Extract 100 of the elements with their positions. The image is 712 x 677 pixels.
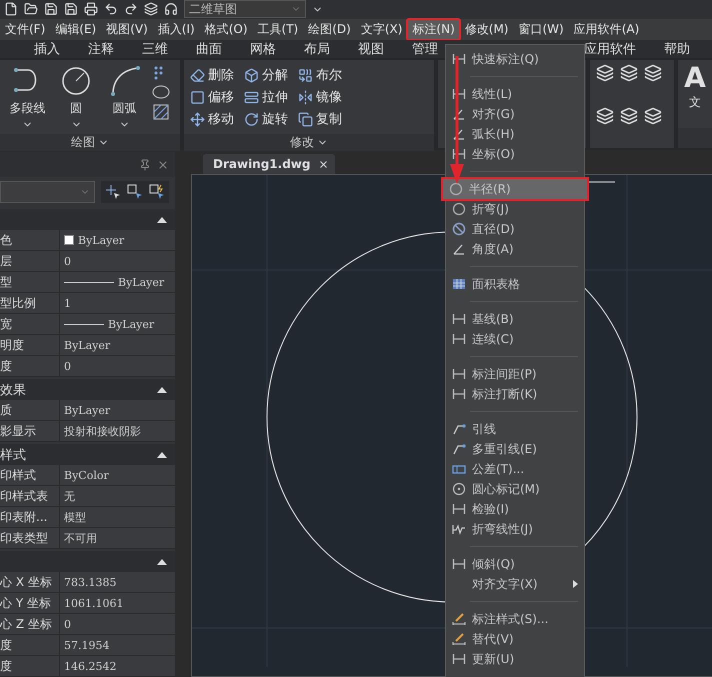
menu-item[interactable]: 标注(N) bbox=[407, 18, 460, 40]
ribbon-tool[interactable]: 偏移 bbox=[190, 86, 234, 108]
workspace-dropdown[interactable]: 二维草图 bbox=[184, 0, 306, 18]
ribbon-tab[interactable]: 布局 bbox=[290, 40, 344, 58]
ribbon-tool[interactable]: 复制 bbox=[298, 108, 342, 130]
dimension-icon bbox=[452, 557, 466, 571]
menu-item[interactable]: 插入(I) bbox=[152, 18, 200, 40]
redo-icon[interactable] bbox=[124, 2, 138, 16]
collapse-icon[interactable] bbox=[157, 386, 167, 392]
layers-icon[interactable] bbox=[620, 64, 638, 82]
angle-icon bbox=[452, 242, 466, 256]
ribbon-tool[interactable]: 删除 bbox=[190, 64, 234, 86]
ribbon-tab[interactable]: 注释 bbox=[74, 40, 128, 58]
menu-item[interactable]: 连续(C) bbox=[446, 329, 584, 349]
pick-cursor-icon[interactable] bbox=[105, 184, 121, 200]
menu-item[interactable]: 圆心标记(M) bbox=[446, 479, 584, 499]
folder-icon[interactable] bbox=[24, 2, 38, 16]
circle-icon bbox=[452, 202, 466, 216]
collapse-icon[interactable] bbox=[157, 452, 167, 458]
menu-item[interactable]: 标注间距(P) bbox=[446, 364, 584, 384]
layers-icon[interactable] bbox=[596, 107, 614, 125]
layers-icon[interactable] bbox=[620, 107, 638, 125]
menu-item[interactable]: 弧长(H) bbox=[446, 124, 584, 144]
property-value: 0 bbox=[60, 356, 175, 376]
menu-item[interactable]: 修改(M) bbox=[460, 18, 514, 40]
print-icon[interactable] bbox=[84, 2, 98, 16]
menu-item[interactable]: 格式(O) bbox=[200, 18, 253, 40]
table-icon bbox=[452, 277, 466, 291]
save-icon[interactable] bbox=[44, 2, 58, 16]
ribbon-tool[interactable]: 圆弧 bbox=[103, 64, 146, 130]
collapse-icon[interactable] bbox=[157, 558, 167, 564]
menu-item[interactable]: 检验(I) bbox=[446, 499, 584, 519]
menu-item[interactable]: 文件(F) bbox=[0, 18, 50, 40]
rotate-icon bbox=[244, 112, 259, 126]
ribbon-tool[interactable]: 分解 bbox=[244, 64, 288, 86]
menu-item[interactable]: 角度(A) bbox=[446, 239, 584, 259]
leader-icon bbox=[452, 442, 466, 456]
property-label: 心 X 坐标 bbox=[0, 572, 60, 592]
menu-item[interactable]: 公差(T)... bbox=[446, 459, 584, 479]
ribbon-tool[interactable]: 移动 bbox=[190, 108, 234, 130]
menu-item[interactable]: 对齐(G) bbox=[446, 104, 584, 124]
menu-item[interactable]: 倾斜(Q) bbox=[446, 554, 584, 574]
menu-item[interactable]: 折弯(J) bbox=[446, 199, 584, 219]
ribbon-tool[interactable]: A 文 bbox=[680, 64, 710, 124]
menu-item[interactable]: 绘图(D) bbox=[303, 18, 356, 40]
quick-select-icon[interactable] bbox=[149, 184, 165, 200]
ribbon-tool[interactable]: 镜像 bbox=[298, 86, 342, 108]
pin-icon[interactable] bbox=[139, 158, 151, 170]
menu-item[interactable]: 更新(U) bbox=[446, 649, 584, 669]
ribbon-tab[interactable]: 帮助 bbox=[650, 40, 704, 58]
property-label: 度 bbox=[0, 356, 60, 376]
close-icon[interactable] bbox=[318, 158, 330, 170]
ribbon-tool[interactable]: 旋转 bbox=[244, 108, 288, 130]
menu-item[interactable]: 标注打断(K) bbox=[446, 384, 584, 404]
collapse-icon[interactable] bbox=[157, 216, 167, 222]
file-icon[interactable] bbox=[4, 2, 18, 16]
ribbon-tab[interactable]: 曲面 bbox=[182, 40, 236, 58]
undo-icon[interactable] bbox=[104, 2, 118, 16]
menu-item[interactable]: 快速标注(Q) bbox=[446, 49, 584, 69]
property-value: 无 bbox=[60, 486, 175, 506]
menu-item[interactable]: 视图(V) bbox=[101, 18, 153, 40]
ribbon-tool[interactable]: 拉伸 bbox=[244, 86, 288, 108]
ribbon-tab[interactable]: 视图 bbox=[344, 40, 398, 58]
close-icon[interactable] bbox=[157, 158, 169, 170]
menu-item[interactable]: 工具(T) bbox=[252, 18, 304, 40]
menu-item[interactable]: 基线(B) bbox=[446, 309, 584, 329]
menu-item[interactable]: 多重引线(E) bbox=[446, 439, 584, 459]
ribbon-tab[interactable]: 插入 bbox=[20, 40, 74, 58]
menu-item[interactable]: 替代(V) bbox=[446, 629, 584, 649]
menu-item[interactable]: 文字(X) bbox=[356, 18, 408, 40]
layers-icon[interactable] bbox=[144, 2, 158, 16]
move-icon bbox=[190, 112, 205, 126]
menu-item[interactable]: 窗口(W) bbox=[513, 18, 569, 40]
property-value: 投射和接收阴影 bbox=[60, 421, 175, 441]
save-as-icon[interactable] bbox=[64, 2, 78, 16]
combine-icon bbox=[298, 68, 313, 82]
layers-icon[interactable] bbox=[644, 64, 662, 82]
ribbon-tab[interactable]: 三维 bbox=[128, 40, 182, 58]
layers-icon[interactable] bbox=[644, 107, 662, 125]
menu-item[interactable]: 面积表格 bbox=[446, 274, 584, 294]
property-value: 1 bbox=[60, 293, 175, 313]
menu-item[interactable]: 应用软件(A) bbox=[568, 18, 644, 40]
menu-item[interactable]: 直径(D) bbox=[446, 219, 584, 239]
ribbon-tool[interactable]: 圆 bbox=[54, 64, 98, 130]
menu-item[interactable]: 编辑(E) bbox=[50, 18, 102, 40]
headphones-icon[interactable] bbox=[164, 2, 178, 16]
menu-item[interactable]: 对齐文字(X) bbox=[446, 574, 584, 594]
menu-item[interactable]: 标注样式(S)... bbox=[446, 609, 584, 629]
document-tab[interactable]: Drawing1.dwg bbox=[203, 154, 336, 174]
menu-item[interactable]: 线性(L) bbox=[446, 84, 584, 104]
ribbon-tool[interactable]: 多段线 bbox=[6, 64, 49, 130]
dimension-icon bbox=[452, 332, 466, 346]
layers-icon[interactable] bbox=[596, 64, 614, 82]
select-window-icon[interactable] bbox=[127, 184, 143, 200]
ribbon-tab[interactable]: 网格 bbox=[236, 40, 290, 58]
menu-item[interactable]: 坐标(O) bbox=[446, 144, 584, 164]
copy-icon bbox=[298, 112, 313, 126]
menu-item[interactable]: 引线 bbox=[446, 419, 584, 439]
ribbon-tool[interactable]: 布尔 bbox=[298, 64, 342, 86]
menu-item[interactable]: 折弯线性(J) bbox=[446, 519, 584, 539]
